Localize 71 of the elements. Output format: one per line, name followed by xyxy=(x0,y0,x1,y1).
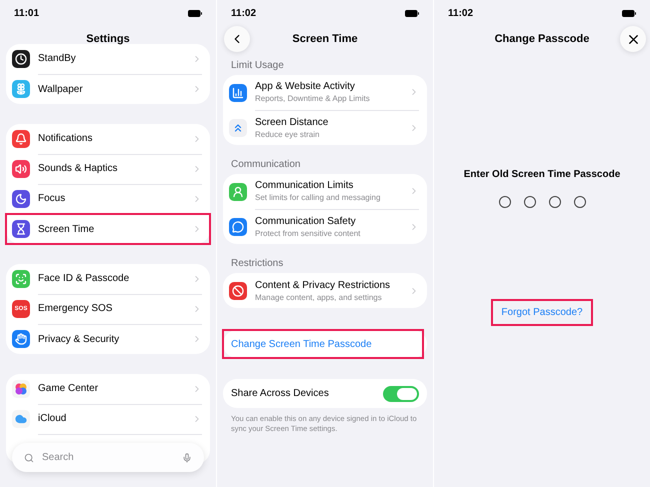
chevrons-up-icon xyxy=(232,122,244,134)
section-header: Restrictions xyxy=(231,258,284,269)
hourglass-icon xyxy=(15,223,27,235)
chat-bubble-icon xyxy=(232,220,244,232)
settings-row[interactable]: Face ID & Passcode xyxy=(6,264,210,294)
status-time: 11:02 xyxy=(231,8,256,18)
toggle-switch[interactable] xyxy=(383,386,419,402)
row-label: Privacy & Security xyxy=(38,334,120,344)
settings-row[interactable]: Notifications xyxy=(6,124,210,154)
settings-row[interactable]: Communication Safety Protect from sensitive content xyxy=(223,209,427,244)
settings-row[interactable]: StandBy xyxy=(6,44,210,74)
person-icon xyxy=(232,186,244,198)
row-detail: Manage content, apps, and settings xyxy=(255,292,383,302)
clock-icon xyxy=(15,53,27,65)
row-label: Face ID & Passcode xyxy=(38,273,130,284)
row-label: Share Across Devices xyxy=(230,388,330,399)
row-label: Game Center xyxy=(38,383,100,394)
screen-title: Settings xyxy=(86,33,130,45)
search-field[interactable]: Search xyxy=(40,451,176,464)
settings-row[interactable]: iCloud xyxy=(6,404,210,434)
speaker-icon xyxy=(15,163,27,175)
row-label: Focus xyxy=(38,193,66,204)
battery-icon xyxy=(405,10,419,16)
passcode-prompt: Enter Old Screen Time Passcode xyxy=(462,169,622,180)
hand-icon xyxy=(15,333,27,345)
moon-icon xyxy=(15,193,27,205)
row-label: Screen Time xyxy=(38,224,96,234)
row-detail: Set limits for calling and messaging xyxy=(255,193,382,202)
row-label: Notifications xyxy=(38,133,94,144)
prohibited-icon xyxy=(232,284,244,296)
row-label: Communication Limits xyxy=(255,180,354,191)
settings-row[interactable]: Privacy & Security xyxy=(6,324,210,354)
back-button[interactable] xyxy=(224,26,250,52)
bell-icon xyxy=(15,133,27,145)
settings-row[interactable]: Wallpaper xyxy=(6,74,210,104)
settings-row[interactable]: Sounds & Haptics xyxy=(6,154,210,184)
settings-row[interactable]: Communication Limits Set limits for calling and messaging xyxy=(223,174,427,209)
settings-row[interactable]: Screen Distance Reduce eye strain xyxy=(223,110,427,145)
close-button[interactable] xyxy=(620,26,646,52)
row-label: Communication Safety xyxy=(255,216,357,226)
settings-row[interactable]: Game Center xyxy=(6,374,210,404)
battery-icon xyxy=(188,10,202,16)
status-time: 11:01 xyxy=(14,8,40,18)
section-header: Communication xyxy=(231,159,302,170)
row-detail: Reduce eye strain xyxy=(255,130,320,138)
forgot-passcode-link[interactable]: Forgot Passcode? xyxy=(491,299,593,326)
row-detail: Protect from sensitive content xyxy=(255,228,362,238)
microphone-icon xyxy=(182,452,192,464)
row-label: iCloud xyxy=(38,413,68,424)
status-time: 11:02 xyxy=(448,8,474,18)
screen-title: Screen Time xyxy=(292,33,358,45)
screen-title: Change Passcode xyxy=(494,33,590,45)
row-label: App & Website Activity xyxy=(255,81,356,92)
row-label: Wallpaper xyxy=(38,84,84,94)
row-label: Content & Privacy Restrictions xyxy=(255,280,392,290)
settings-row[interactable]: Content & Privacy Restrictions Manage content, apps, and settings xyxy=(223,273,427,308)
face-scan-icon xyxy=(15,273,27,285)
row-label: Screen Distance xyxy=(255,116,330,128)
settings-row[interactable]: Focus xyxy=(6,184,210,214)
settings-row[interactable]: Screen Time xyxy=(6,214,210,244)
row-label: StandBy xyxy=(38,53,77,64)
settings-row[interactable]: App & Website Activity Reports, Downtime & App Limits xyxy=(223,75,427,110)
row-label: Emergency SOS xyxy=(38,303,114,314)
bar-chart-icon xyxy=(232,86,244,98)
battery-icon xyxy=(622,10,636,16)
flower-icon xyxy=(15,83,27,95)
row-label: Sounds & Haptics xyxy=(38,163,118,174)
row-detail: Reports, Downtime & App Limits xyxy=(255,94,371,103)
section-header: Limit Usage xyxy=(231,60,285,71)
cloud-icon xyxy=(15,413,27,425)
search-icon xyxy=(24,452,34,464)
